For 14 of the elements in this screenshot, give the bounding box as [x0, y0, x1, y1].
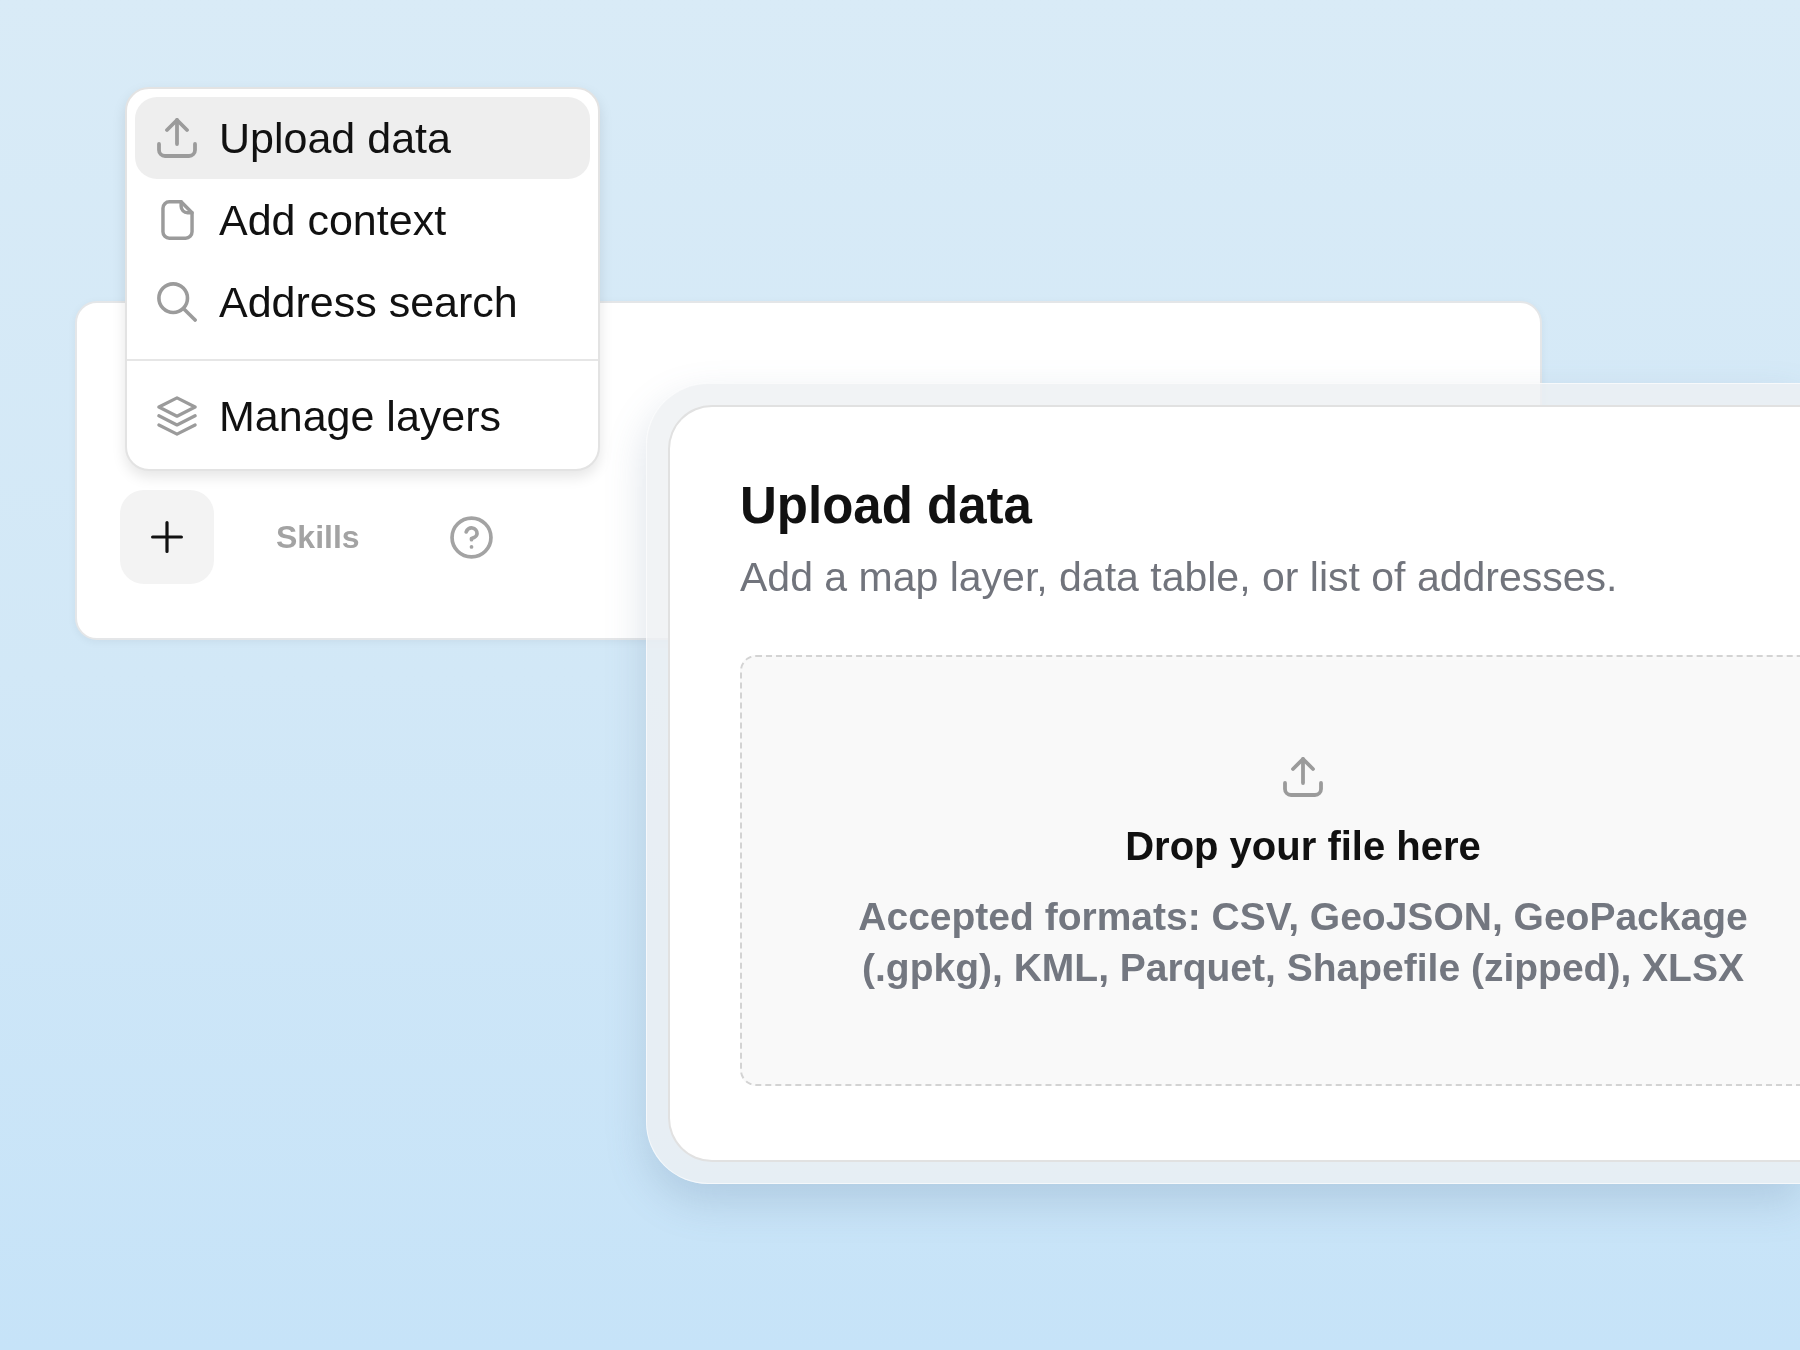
upload-icon: [157, 118, 197, 158]
search-icon: [157, 282, 197, 322]
add-button[interactable]: [120, 490, 214, 584]
file-drop-zone[interactable]: Drop your file here Accepted formats: CSV, GeoJSON, GeoPackage (.gpkg), KML, Parquet, Shapefile (zipped), XLSX: [740, 655, 1800, 1086]
accepted-formats-text: Accepted formats: CSV, GeoJSON, GeoPackage (.gpkg), KML, Parquet, Shapefile (zipped), XLSX: [857, 893, 1749, 991]
dialog-title: Upload data: [740, 476, 1034, 536]
layers-icon: [157, 396, 197, 436]
drop-zone-heading: Drop your file here: [1125, 822, 1481, 869]
plus-icon: [151, 521, 183, 553]
file-icon: [160, 200, 194, 240]
menu-item[interactable]: Upload data: [135, 97, 590, 179]
help-icon[interactable]: [449, 515, 493, 559]
upload-icon: [1283, 756, 1323, 797]
dialog-description: Add a map layer, data table, or list of addresses.: [740, 553, 1619, 601]
